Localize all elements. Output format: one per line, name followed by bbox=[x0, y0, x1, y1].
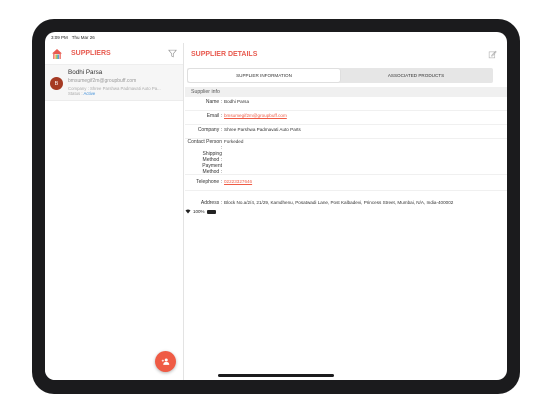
suppliers-pane: SUPPLIERS B Bodhi Parsa bmsumegif2m@grou… bbox=[45, 43, 184, 380]
field-value: Block No.a/2/4, 21/29, Kamdhenu, Posatwa… bbox=[224, 200, 454, 205]
detail-row-shipping: Shipping Method : bbox=[185, 151, 507, 163]
supplier-status: Status : Active bbox=[68, 91, 178, 96]
status-label: Status : bbox=[68, 91, 83, 96]
suppliers-header: SUPPLIERS bbox=[45, 43, 183, 65]
avatar: B bbox=[50, 77, 63, 90]
field-label: Name : bbox=[205, 99, 222, 105]
detail-row-name: Name : Bodhi Parsa bbox=[185, 99, 507, 111]
edit-icon[interactable] bbox=[488, 50, 497, 59]
suppliers-title: SUPPLIERS bbox=[71, 50, 111, 57]
detail-row-telephone: Telephone : 02223327646 bbox=[185, 179, 507, 191]
email-link[interactable]: bmsumegif2m@groupbuff.com bbox=[223, 113, 287, 124]
status-bar: 3:09 PM Thu Mar 26 100% bbox=[45, 32, 507, 214]
field-label: Payment Method : bbox=[202, 163, 222, 175]
field-value: Bodhi Parsa bbox=[224, 99, 250, 104]
details-pane: SUPPLIER DETAILS SUPPLIER INFORMATION AS… bbox=[185, 43, 507, 380]
field-label: Address : bbox=[200, 200, 222, 206]
tab-associated-products[interactable]: ASSOCIATED PRODUCTS bbox=[340, 69, 492, 82]
status-date: Thu Mar 26 bbox=[71, 35, 95, 40]
field-value bbox=[223, 163, 224, 174]
details-header: SUPPLIER DETAILS bbox=[185, 43, 507, 65]
filter-icon[interactable] bbox=[168, 49, 177, 58]
detail-row-payment: Payment Method : bbox=[185, 163, 507, 175]
field-value: Shree Parshwa Padmavati Auto Parts bbox=[224, 127, 301, 132]
field-label: Telephone : bbox=[196, 179, 222, 185]
supplier-item-text: Bodhi Parsa bmsumegif2m@groupbuff.com Co… bbox=[68, 69, 178, 96]
field-label: Email : bbox=[206, 113, 222, 119]
detail-row-company: Company : Shree Parshwa Padmavati Auto P… bbox=[185, 127, 507, 139]
home-indicator bbox=[218, 374, 334, 377]
home-icon[interactable] bbox=[51, 48, 63, 60]
field-label: Shipping Method : bbox=[202, 151, 222, 163]
add-supplier-button[interactable] bbox=[155, 351, 176, 372]
field-value: Forkeded bbox=[224, 139, 244, 144]
status-value: Active bbox=[83, 91, 96, 96]
field-label: Contact Person : bbox=[187, 139, 222, 151]
add-user-icon bbox=[161, 358, 170, 365]
telephone-link[interactable]: 02223327646 bbox=[223, 179, 252, 190]
supplier-list-item[interactable]: B Bodhi Parsa bmsumegif2m@groupbuff.com … bbox=[45, 65, 183, 101]
detail-row-email: Email : bmsumegif2m@groupbuff.com bbox=[185, 113, 507, 125]
detail-row-address: Address : Block No.a/2/4, 21/29, Kamdhen… bbox=[185, 200, 507, 212]
details-title: SUPPLIER DETAILS bbox=[191, 50, 258, 58]
section-header: Supplier info bbox=[185, 87, 507, 97]
detail-row-contact: Contact Person : Forkeded bbox=[185, 139, 507, 151]
details-tabs: SUPPLIER INFORMATION ASSOCIATED PRODUCTS bbox=[187, 68, 493, 83]
supplier-name: Bodhi Parsa bbox=[68, 69, 103, 76]
field-value bbox=[223, 151, 224, 163]
supplier-email: bmsumegif2m@groupbuff.com bbox=[68, 78, 137, 84]
status-time: 3:09 PM bbox=[51, 35, 68, 40]
app-screen: 3:09 PM Thu Mar 26 100% SUPPLIERS B Bodh… bbox=[45, 32, 507, 380]
tab-supplier-information[interactable]: SUPPLIER INFORMATION bbox=[188, 69, 340, 82]
field-label: Company : bbox=[197, 127, 222, 133]
